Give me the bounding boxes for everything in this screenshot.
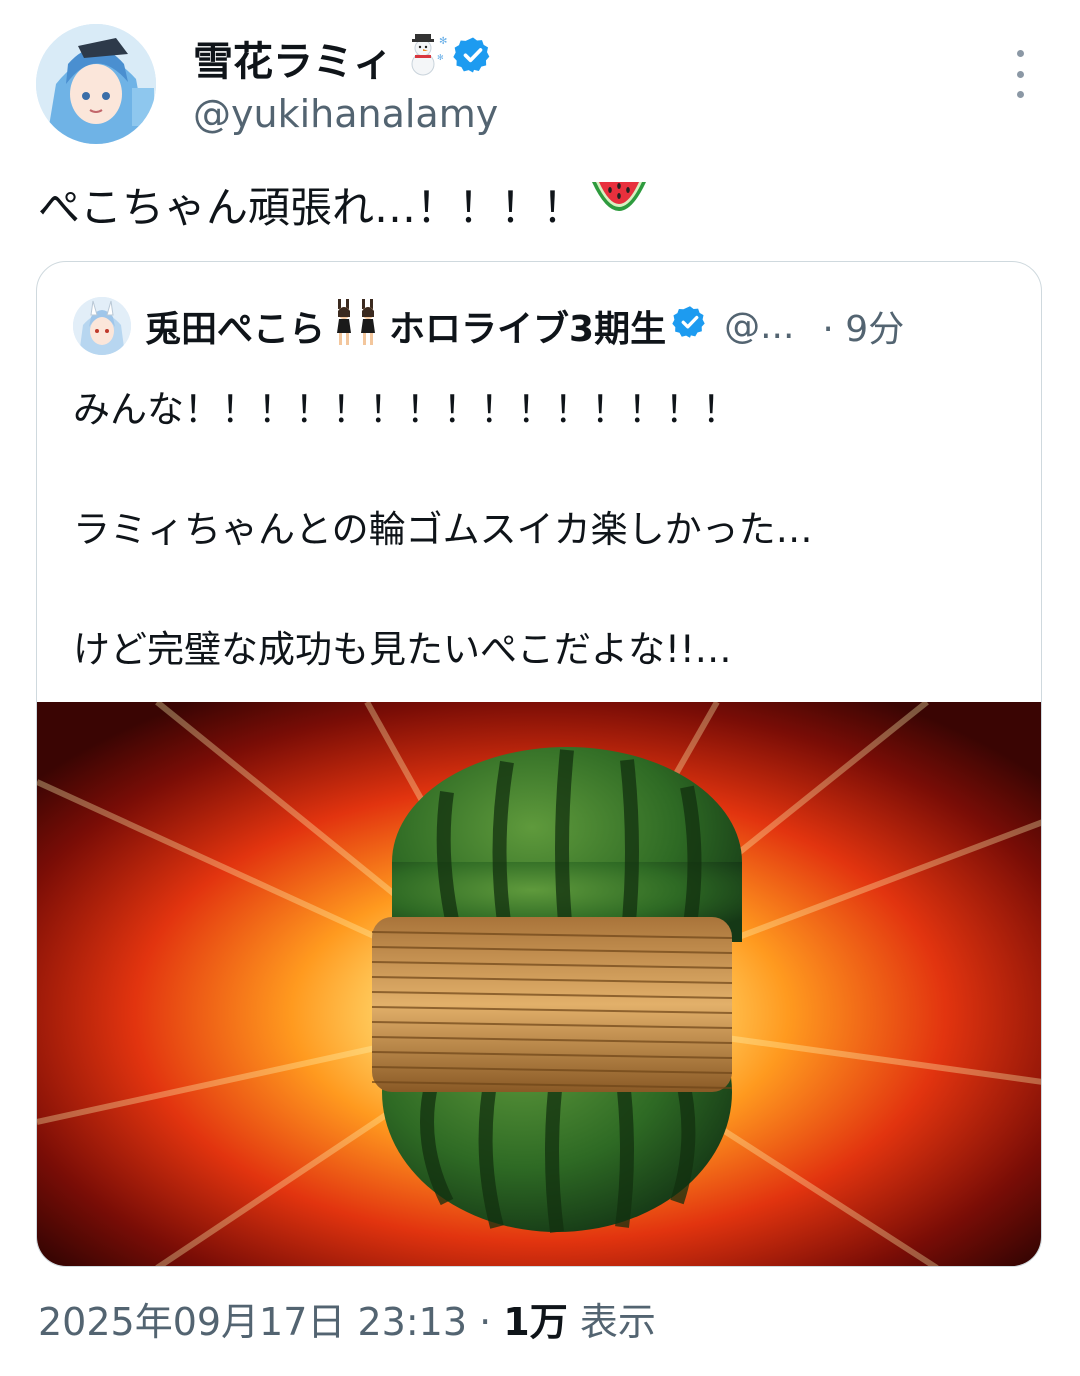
snowman-icon: ✻ ✻ <box>399 30 447 94</box>
quoted-media-image[interactable] <box>37 702 1041 1266</box>
more-dot-icon <box>1016 91 1024 98</box>
quoted-avatar[interactable] <box>73 297 131 355</box>
more-options-button[interactable] <box>1004 50 1036 98</box>
separator: · <box>479 1300 492 1344</box>
user-handle[interactable]: @yukihanalamy <box>193 88 498 140</box>
verified-badge-icon <box>453 33 493 91</box>
views-label: 表示 <box>579 1300 656 1344</box>
tweet-text: ぺこちゃん頑張れ…！！！！ <box>38 176 648 240</box>
quoted-text-line: みんな！！！！！！！！！！！！！！！ <box>73 388 739 431</box>
avatar[interactable] <box>36 24 156 144</box>
quoted-text-line: ラミィちゃんとの輪ゴムスイカ楽しかった… <box>73 508 813 551</box>
tweet-timestamp[interactable]: 2025年09月17日 23:13 <box>38 1300 467 1344</box>
bunny-girls-icon <box>331 298 383 354</box>
quoted-handle[interactable]: @... <box>724 306 794 347</box>
more-dot-icon <box>1016 50 1024 57</box>
quoted-text-line: けど完璧な成功も見たいぺこだよな!!… <box>73 628 732 671</box>
watermelon-icon <box>590 176 648 240</box>
tweet-metadata: 2025年09月17日 23:13 · 1万 表示 <box>38 1294 656 1350</box>
views-count: 1万 <box>503 1300 568 1344</box>
verified-badge-icon <box>672 304 708 349</box>
more-dot-icon <box>1016 70 1024 78</box>
display-name-text: 雪花ラミィ <box>193 39 393 85</box>
svg-text:✻: ✻ <box>437 53 444 62</box>
quoted-header: 兎田ぺこら ホロライブ3期生 @... · 9分 <box>145 298 904 354</box>
svg-text:✻: ✻ <box>439 36 447 47</box>
quoted-display-name[interactable]: 兎田ぺこら <box>145 300 325 352</box>
quoted-time[interactable]: · 9分 <box>822 300 904 352</box>
quoted-name-suffix[interactable]: ホロライブ3期生 <box>389 300 666 352</box>
tweet-text-content: ぺこちゃん頑張れ…！！！！ <box>38 183 585 232</box>
display-name[interactable]: 雪花ラミィ ✻ ✻ <box>193 30 493 94</box>
quoted-tweet[interactable]: 兎田ぺこら ホロライブ3期生 @... · 9分 みんな！！！！！！！！！！！！… <box>36 261 1042 1267</box>
